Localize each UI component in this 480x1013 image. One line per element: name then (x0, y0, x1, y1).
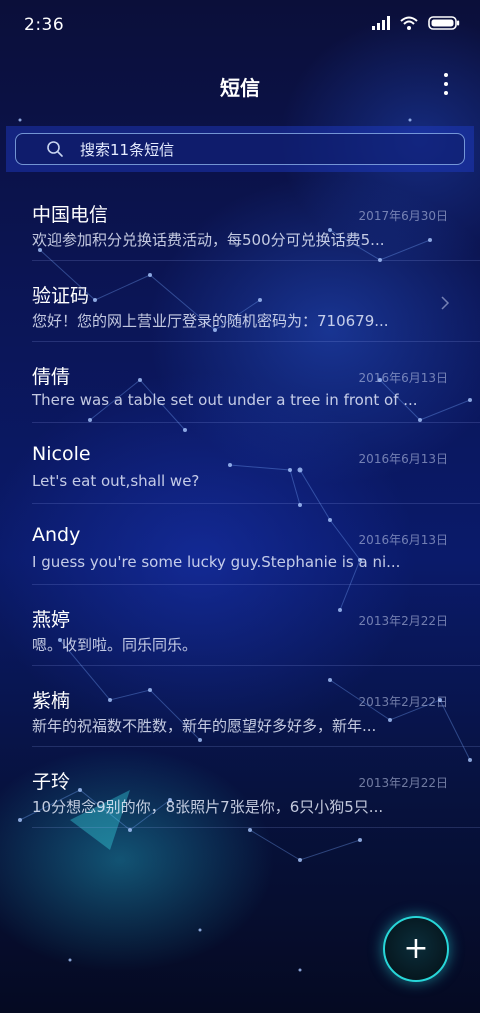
contact-name: Nicole (32, 443, 91, 465)
contact-name: 紫楠 (32, 690, 71, 712)
contact-name: 验证码 (32, 285, 90, 307)
message-snippet: 欢迎参加积分兑换话费活动，每500分可兑换话费5... (32, 231, 385, 249)
message-date: 2013年2月22日 (358, 695, 448, 709)
status-icons (372, 15, 460, 34)
wifi-icon (400, 15, 418, 34)
status-time: 2:36 (24, 15, 65, 35)
message-snippet: I guess you're some lucky guy.Stephanie … (32, 553, 401, 571)
search-bar-container: 搜索11条短信 (6, 126, 474, 172)
contact-name: 中国电信 (32, 204, 109, 226)
search-icon (46, 140, 64, 158)
battery-icon (428, 15, 460, 34)
conversation-list: 中国电信 2017年6月30日 欢迎参加积分兑换话费活动，每500分可兑换话费5… (0, 180, 480, 828)
more-vertical-icon[interactable] (440, 73, 452, 95)
message-date: 2013年2月22日 (358, 776, 448, 790)
plus-icon: + (403, 931, 429, 966)
message-snippet: 嗯。收到啦。同乐同乐。 (32, 636, 198, 654)
contact-name: 燕婷 (32, 609, 71, 631)
signal-icon (372, 15, 390, 34)
conversation-item[interactable]: 紫楠 2013年2月22日 新年的祝福数不胜数，新年的愿望好多好多，新年... (32, 666, 480, 747)
message-date: 2016年6月13日 (358, 371, 448, 385)
compose-button[interactable]: + (383, 916, 449, 982)
message-snippet: 您好！您的网上营业厅登录的随机密码为：710679... (32, 312, 389, 330)
message-date: 2016年6月13日 (358, 533, 448, 547)
message-snippet: There was a table set out under a tree i… (32, 391, 418, 409)
search-placeholder: 搜索11条短信 (80, 140, 175, 159)
page-title: 短信 (220, 76, 260, 100)
conversation-item[interactable]: Nicole 2016年6月13日 Let's eat out,shall we… (32, 423, 480, 504)
message-date: 2016年6月13日 (358, 452, 448, 466)
chevron-right-icon (440, 295, 450, 311)
contact-name: Andy (32, 524, 81, 546)
message-date: 2017年6月30日 (358, 209, 448, 223)
contact-name: 子玲 (32, 771, 71, 793)
conversation-item[interactable]: 倩倩 2016年6月13日 There was a table set out … (32, 342, 480, 423)
message-snippet: 新年的祝福数不胜数，新年的愿望好多好多，新年... (32, 717, 377, 735)
message-date: 2013年2月22日 (358, 614, 448, 628)
conversation-item[interactable]: Andy 2016年6月13日 I guess you're some luck… (32, 504, 480, 585)
conversation-item[interactable]: 验证码 您好！您的网上营业厅登录的随机密码为：710679... (32, 261, 480, 342)
search-input[interactable]: 搜索11条短信 (15, 133, 465, 165)
app-header: 短信 (0, 60, 480, 110)
conversation-item[interactable]: 中国电信 2017年6月30日 欢迎参加积分兑换话费活动，每500分可兑换话费5… (32, 180, 480, 261)
conversation-item[interactable]: 燕婷 2013年2月22日 嗯。收到啦。同乐同乐。 (32, 585, 480, 666)
contact-name: 倩倩 (32, 366, 71, 388)
status-bar: 2:36 (0, 0, 480, 52)
message-snippet: Let's eat out,shall we? (32, 472, 200, 490)
message-snippet: 10分想念9别的你，8张照片7张是你，6只小狗5只... (32, 798, 384, 816)
conversation-item[interactable]: 子玲 2013年2月22日 10分想念9别的你，8张照片7张是你，6只小狗5只.… (32, 747, 480, 828)
